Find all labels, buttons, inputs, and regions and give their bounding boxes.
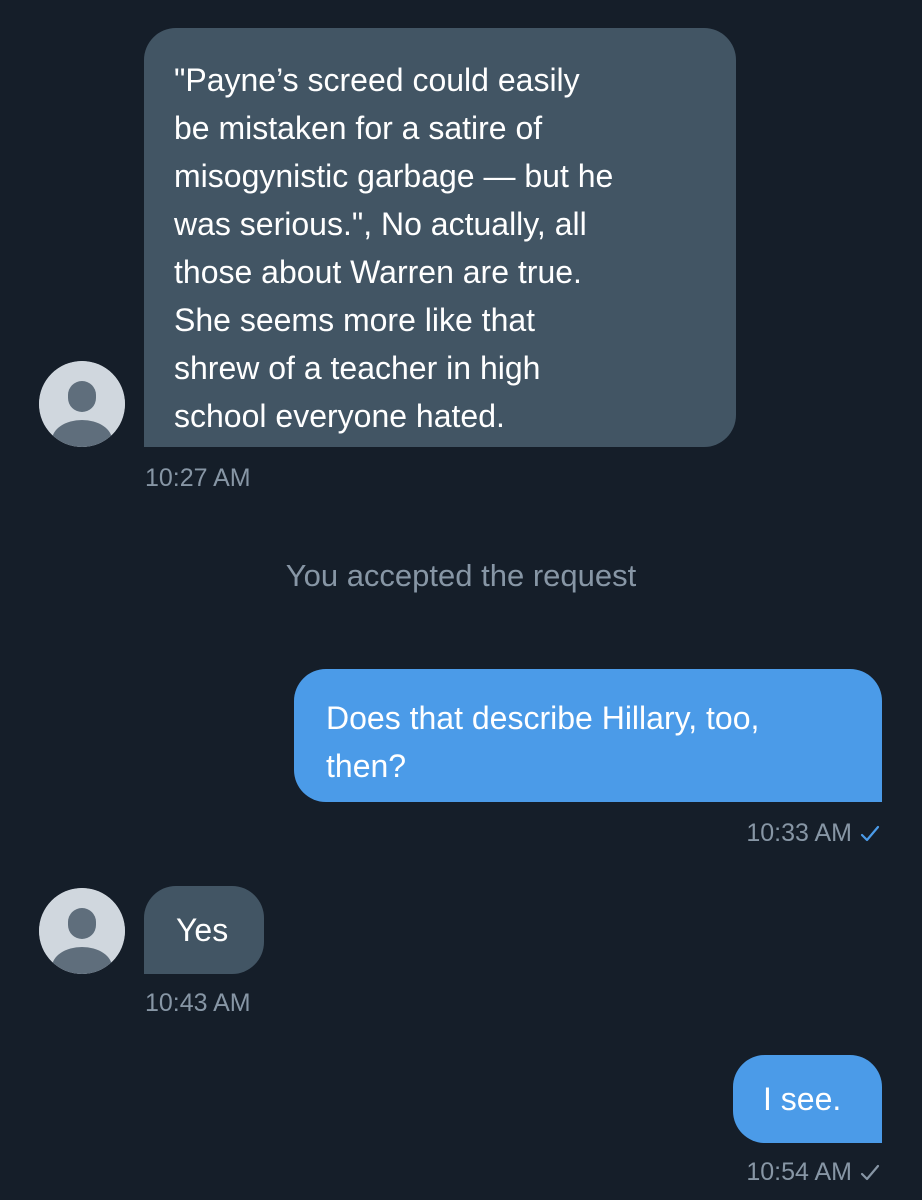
default-avatar-icon	[39, 361, 125, 447]
avatar-icon[interactable]	[39, 361, 125, 447]
checkmark-icon	[860, 826, 880, 842]
message-text: I see.	[763, 1081, 842, 1117]
default-avatar-icon	[39, 888, 125, 974]
message-timestamp-row: 10:54 AM	[746, 1157, 880, 1187]
message-timestamp-row: 10:33 AM	[746, 818, 880, 848]
message-text: Does that describe Hillary, too, then?	[326, 700, 760, 784]
message-text: Yes	[176, 912, 229, 948]
message-timestamp: 10:27 AM	[145, 464, 251, 492]
request-accepted-note: You accepted the request	[285, 558, 637, 593]
message-timestamp: 10:54 AM	[746, 1158, 852, 1186]
message-bubble-incoming[interactable]: "Payne’s screed could easily be mistaken…	[144, 28, 736, 447]
checkmark-icon	[860, 1165, 880, 1181]
message-bubble-outgoing[interactable]: I see.	[733, 1055, 882, 1143]
message-bubble-incoming[interactable]: Yes	[144, 886, 264, 974]
avatar-icon[interactable]	[39, 888, 125, 974]
message-text: "Payne’s screed could easily be mistaken…	[174, 62, 614, 434]
message-timestamp: 10:33 AM	[746, 819, 852, 847]
message-timestamp: 10:43 AM	[145, 989, 251, 1017]
message-bubble-outgoing[interactable]: Does that describe Hillary, too, then?	[294, 669, 882, 802]
